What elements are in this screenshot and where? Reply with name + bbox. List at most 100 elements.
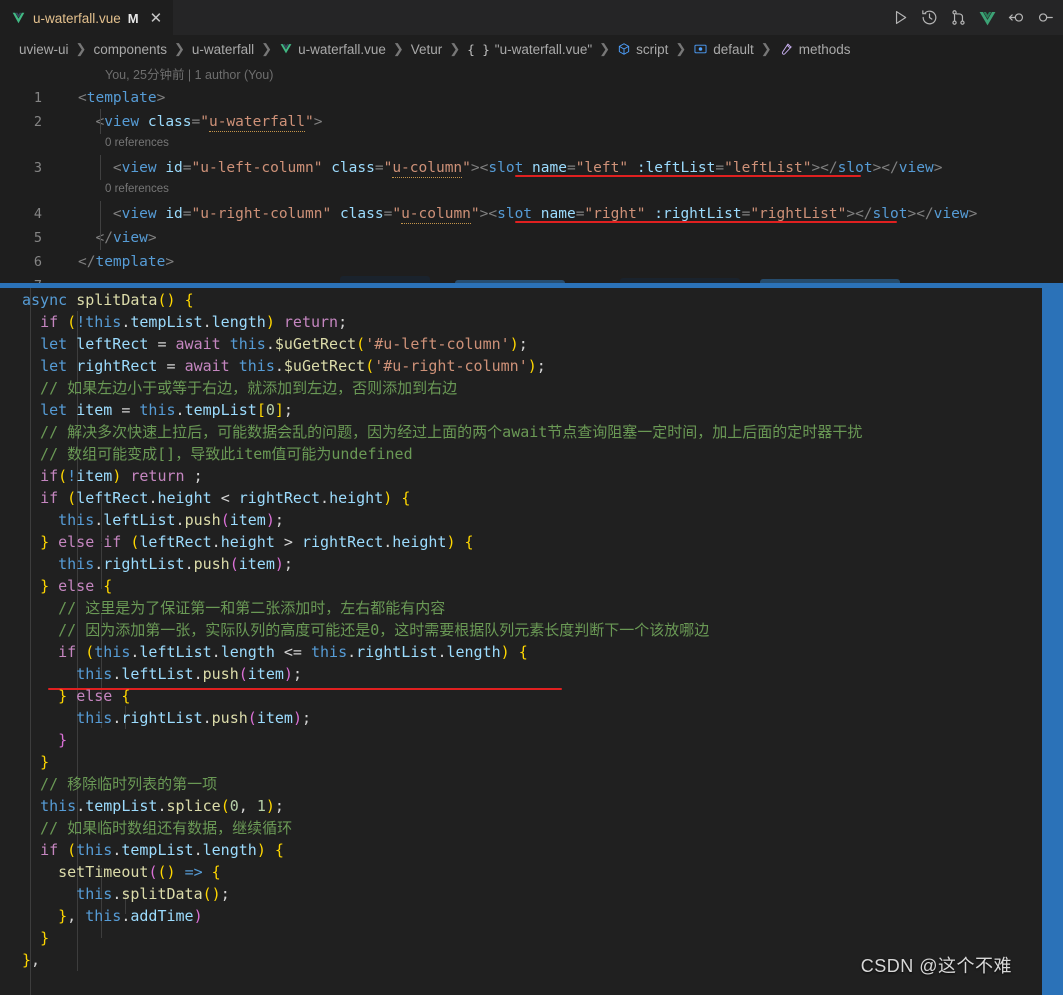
code-line-text: }, — [22, 950, 41, 969]
codelens-references-line4[interactable]: 0 references — [105, 183, 169, 195]
code-line-text: setTimeout(() => { — [58, 862, 221, 881]
peek-code-line: // 这里是为了保证第一和第二张添加时，左右都能有内容 — [0, 596, 1042, 619]
peek-code-line: if(!item) return ; — [0, 464, 1042, 487]
peek-code-line: // 如果左边小于或等于右边，就添加到左边，否则添加到右边 — [0, 376, 1042, 399]
code-line-1: 1 <template> — [0, 85, 1063, 110]
peek-code-line: let item = this.tempList[0]; — [0, 398, 1042, 421]
tab-dirty-indicator: M — [127, 10, 139, 26]
breadcrumb-label: uview-ui — [19, 41, 69, 57]
breadcrumb-item-uview-ui[interactable]: uview-ui — [19, 42, 69, 57]
indent-guide — [100, 201, 101, 226]
codelens-references-line3[interactable]: 0 references — [105, 137, 169, 149]
annotation-underline-left-slot — [515, 175, 861, 177]
source-control-icon[interactable] — [949, 8, 968, 27]
code-line-text: async splitData() { — [22, 290, 194, 309]
peek-code-line: // 移除临时列表的第一项 — [0, 772, 1042, 795]
peek-code-line: } — [0, 926, 1042, 949]
breadcrumb-label: methods — [798, 41, 851, 57]
chevron-right-icon: ❯ — [449, 41, 461, 56]
code-line-text: <view id="u-left-column" class="u-column… — [112, 159, 943, 178]
breadcrumb-item-script[interactable]: script — [617, 42, 668, 57]
peek-code-line: this.splitData(); — [0, 882, 1042, 905]
code-line-text: if (this.leftList.length <= this.rightLi… — [58, 642, 528, 661]
peek-code-line: this.leftList.push(item); — [0, 508, 1042, 531]
code-editor-top[interactable]: You, 25分钟前 | 1 author (You) 1 <template>… — [0, 63, 1063, 285]
method-icon — [779, 42, 794, 57]
code-line-text: this.rightList.push(item); — [58, 554, 293, 573]
peek-code-line: } else { — [0, 684, 1042, 707]
peek-code-line: if (this.leftList.length <= this.rightLi… — [0, 640, 1042, 663]
line-number: 5 — [33, 229, 42, 246]
watermark: CSDN @这个不难 — [860, 956, 1012, 976]
chevron-right-icon: ❯ — [261, 41, 273, 56]
code-line-text: // 移除临时列表的第一项 — [22, 775, 218, 794]
chevron-right-icon: ❯ — [760, 41, 772, 56]
code-line-6: 6 </template> — [0, 249, 1063, 274]
git-blame-annotation: You, 25分钟前 | 1 author (You) — [105, 68, 274, 82]
peek-code-line: if (leftRect.height < rightRect.height) … — [0, 486, 1042, 509]
code-line-text: // 如果左边小于或等于右边，就添加到左边，否则添加到右边 — [22, 379, 458, 398]
breadcrumb-item-default[interactable]: default — [693, 42, 754, 57]
code-line-text: if (leftRect.height < rightRect.height) … — [40, 488, 411, 507]
peek-code-line: this.leftList.push(item); — [0, 662, 1042, 685]
breadcrumb-item-methods[interactable]: methods — [779, 41, 851, 57]
breadcrumb-item-vetur[interactable]: Vetur — [411, 42, 443, 57]
code-line-text: </template> — [78, 253, 175, 270]
chevron-right-icon: ❯ — [173, 41, 185, 56]
code-line-text: this.leftList.push(item); — [58, 510, 284, 529]
peek-code-line: async splitData() { — [0, 288, 1042, 311]
code-line-2: 2 <view class="u-waterfall"> — [0, 109, 1063, 134]
breadcrumb-item-components[interactable]: components — [93, 42, 167, 57]
peek-code-line: let leftRect = await this.$uGetRect('#u-… — [0, 332, 1042, 355]
tab-u-waterfall-vue[interactable]: u-waterfall.vue M ✕ — [0, 0, 174, 35]
peek-code-line: if (!this.tempList.length) return; — [0, 310, 1042, 333]
code-line-text: } else { — [58, 686, 131, 705]
vue-file-icon — [279, 42, 293, 57]
peek-code-line: this.rightList.push(item); — [0, 706, 1042, 729]
code-line-5: 5 </view> — [0, 225, 1063, 250]
breadcrumb-item-u-waterfall-vue[interactable]: u-waterfall.vue — [279, 42, 386, 57]
line-number: 1 — [33, 89, 42, 106]
indent-guide — [100, 109, 101, 134]
vue-logo-icon[interactable] — [978, 8, 997, 27]
breadcrumb-label: u-waterfall — [191, 41, 255, 57]
breadcrumb-label: Vetur — [410, 41, 443, 57]
tab-label: u-waterfall.vue — [33, 10, 121, 26]
code-line-text: <template> — [78, 89, 166, 106]
debug-continue-icon[interactable] — [1036, 8, 1055, 27]
breadcrumb-item-file-symbol[interactable]: { } "u-waterfall.vue" — [467, 42, 592, 57]
history-icon[interactable] — [920, 8, 939, 27]
peek-code-line: } — [0, 750, 1042, 773]
chevron-right-icon: ❯ — [392, 41, 404, 56]
code-line-text: if (this.tempList.length) { — [40, 840, 284, 859]
indent-guide — [100, 155, 101, 180]
code-line-text: <view id="u-right-column" class="u-colum… — [112, 205, 978, 224]
code-line-text: // 因为添加第一张，实际队列的高度可能还是0，这时需要根据队列元素长度判断下一… — [22, 621, 710, 640]
code-line-text: // 这里是为了保证第一和第二张添加时，左右都能有内容 — [22, 599, 446, 618]
peek-code-line: this.rightList.push(item); — [0, 552, 1042, 575]
peek-code-line: // 因为添加第一张，实际队列的高度可能还是0，这时需要根据队列元素长度判断下一… — [0, 618, 1042, 641]
code-line-text: } — [58, 730, 68, 749]
peek-code-line: setTimeout(() => { — [0, 860, 1042, 883]
peek-code-line: // 如果临时数组还有数据，继续循环 — [0, 816, 1042, 839]
close-icon[interactable]: ✕ — [150, 11, 163, 26]
debug-step-icon[interactable] — [1007, 8, 1026, 27]
code-peek-panel[interactable]: async splitData() { if (!this.tempList.l… — [0, 283, 1063, 995]
code-line-text: // 解决多次快速上拉后，可能数据会乱的问题，因为经过上面的两个await节点查… — [22, 423, 863, 442]
code-line-text: this.leftList.push(item); — [76, 664, 302, 683]
breadcrumb-item-u-waterfall[interactable]: u-waterfall — [192, 42, 254, 57]
vue-file-icon — [11, 11, 26, 25]
code-line-text: this.rightList.push(item); — [76, 708, 311, 727]
breadcrumb-label: components — [93, 41, 167, 57]
module-icon — [617, 42, 631, 57]
play-icon[interactable] — [891, 8, 910, 27]
chevron-right-icon: ❯ — [599, 41, 611, 56]
line-number: 2 — [33, 113, 42, 130]
peek-code-line: } else if (leftRect.height > rightRect.h… — [0, 530, 1042, 553]
code-line-text: this.tempList.splice(0, 1); — [40, 796, 284, 815]
code-peek-content[interactable]: async splitData() { if (!this.tempList.l… — [0, 288, 1042, 995]
breadcrumb: uview-ui ❯ components ❯ u-waterfall ❯ u-… — [0, 35, 1063, 63]
code-line-text: } else if (leftRect.height > rightRect.h… — [40, 532, 474, 551]
code-line-text: // 数组可能变成[]，导致此item值可能为undefined — [22, 445, 413, 464]
indent-guide — [100, 225, 101, 250]
